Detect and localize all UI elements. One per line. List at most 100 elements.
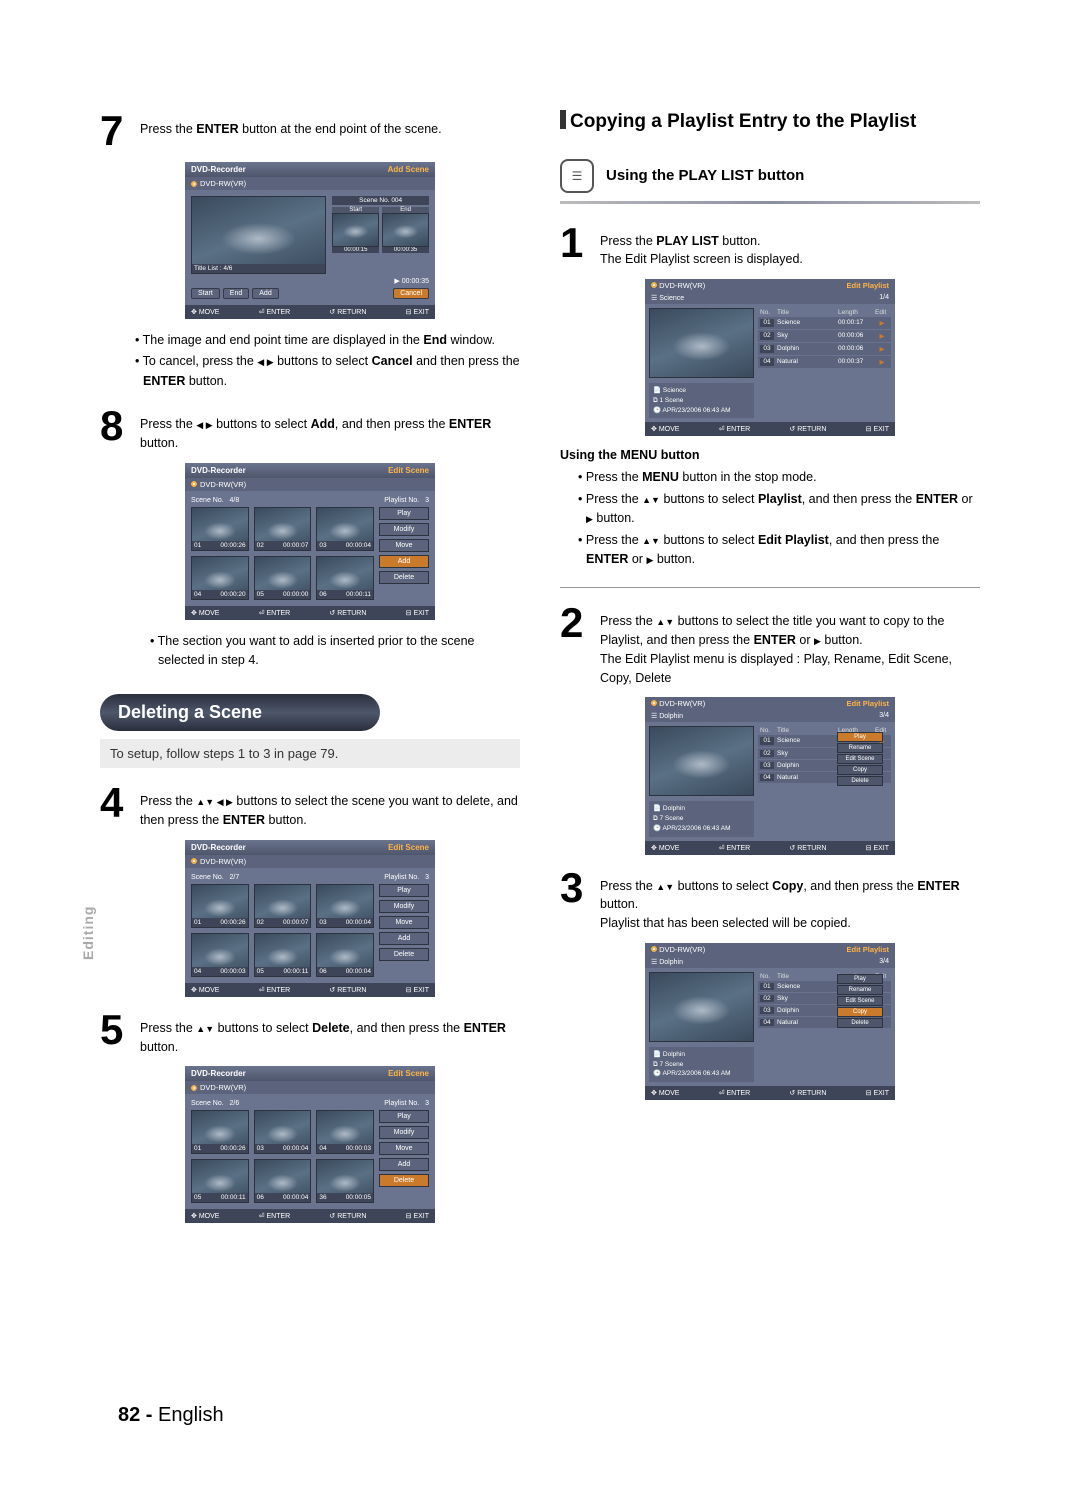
step-2: 2 Press the ▲▼ buttons to select the tit… xyxy=(560,602,980,687)
using-playlist-head: Using the PLAY LIST button xyxy=(606,167,804,184)
btn-start[interactable]: Start xyxy=(191,288,220,299)
disc-type: DVD-RW(VR) xyxy=(200,179,246,188)
section-copying-playlist: Copying a Playlist Entry to the Playlist xyxy=(560,110,980,135)
step-1: 1 Press the PLAY LIST button. The Edit P… xyxy=(560,222,980,270)
total-time: 00:00:35 xyxy=(402,278,429,285)
menu-modify[interactable]: Modify xyxy=(379,523,429,536)
menu-copy[interactable]: Copy xyxy=(837,765,883,775)
step-number: 7 xyxy=(100,110,130,152)
disc-icon xyxy=(651,946,657,952)
menu-play[interactable]: Play xyxy=(379,507,429,520)
menu-modify[interactable]: Modify xyxy=(379,1126,429,1139)
step-text: Press the ENTER button at the end point … xyxy=(140,110,442,139)
menu-delete[interactable]: Delete xyxy=(379,1174,429,1187)
step-text: Press the PLAY LIST button. The Edit Pla… xyxy=(600,222,803,270)
btn-cancel[interactable]: Cancel xyxy=(393,288,429,299)
scene-no: Scene No. 004 xyxy=(332,196,429,205)
menu-play[interactable]: Play xyxy=(379,884,429,897)
osd-mode: Add Scene xyxy=(388,165,429,174)
t: Press the xyxy=(140,122,196,136)
disc-icon xyxy=(191,1085,197,1091)
note-text: The section you want to add is inserted … xyxy=(150,632,520,671)
menu-add[interactable]: Add xyxy=(379,1158,429,1171)
menu-play[interactable]: Play xyxy=(837,974,883,984)
osd-edit-scene-1: DVD-RecorderEdit Scene DVD-RW(VR) Scene … xyxy=(185,463,435,620)
step-number: 5 xyxy=(100,1009,130,1051)
menu-delete[interactable]: Delete xyxy=(379,571,429,584)
disc-icon xyxy=(191,858,197,864)
menu-modify[interactable]: Modify xyxy=(379,900,429,913)
t: 00:00:35 xyxy=(382,247,429,253)
step-text: Press the ◀ ▶ buttons to select Add, and… xyxy=(140,405,520,453)
step-text: Press the ▲▼ ◀ ▶ buttons to select the s… xyxy=(140,782,520,830)
menu-editscene[interactable]: Edit Scene xyxy=(837,996,883,1006)
page-footer: 82 - English xyxy=(118,1404,224,1427)
side-tab-editing: Editing xyxy=(80,906,96,960)
using-menu-head: Using the MENU button xyxy=(560,448,980,462)
step-number: 4 xyxy=(100,782,130,824)
t: DVD-RW(VR) xyxy=(200,480,246,489)
step-number: 3 xyxy=(560,867,590,909)
t: DVD-Recorder xyxy=(191,466,246,475)
left-column: 7 Press the ENTER button at the end poin… xyxy=(100,110,520,1235)
using-playlist-row: ☰ Using the PLAY LIST button xyxy=(560,159,980,193)
thumbs: 0100:00:26 0200:00:07 0300:00:04 0400:00… xyxy=(191,507,374,600)
step-4: 4 Press the ▲▼ ◀ ▶ buttons to select the… xyxy=(100,782,520,830)
menu-delete[interactable]: Delete xyxy=(837,776,883,786)
disc-icon xyxy=(651,700,657,706)
menu-move[interactable]: Move xyxy=(379,539,429,552)
osd-edit-playlist-3: DVD-RW(VR)Edit Playlist ☰ Dolphin3/4 📄 D… xyxy=(645,943,895,1100)
menu-bullets: Press the MENU button in the stop mode. … xyxy=(578,468,980,569)
step-3: 3 Press the ▲▼ buttons to select Copy, a… xyxy=(560,867,980,933)
menu-copy[interactable]: Copy xyxy=(837,1007,883,1017)
disc-icon xyxy=(191,181,197,187)
menu-play[interactable]: Play xyxy=(379,1110,429,1123)
disc-icon xyxy=(191,481,197,487)
osd-edit-scene-3: DVD-RecorderEdit Scene DVD-RW(VR) Scene … xyxy=(185,1066,435,1223)
step-text: Press the ▲▼ buttons to select Copy, and… xyxy=(600,867,980,933)
step-7: 7 Press the ENTER button at the end poin… xyxy=(100,110,520,152)
popup-menu: Play Rename Edit Scene Copy Delete xyxy=(837,974,883,1028)
menu-rename[interactable]: Rename xyxy=(837,985,883,995)
step-text: Press the ▲▼ buttons to select the title… xyxy=(600,602,980,687)
step-5: 5 Press the ▲▼ buttons to select Delete,… xyxy=(100,1009,520,1057)
btn-add[interactable]: Add xyxy=(252,288,278,299)
foot-return: ↺ RETURN xyxy=(329,308,366,316)
title-list-label: Title List : 4/6 xyxy=(194,265,232,272)
menu-rename[interactable]: Rename xyxy=(837,743,883,753)
divider xyxy=(560,201,980,204)
step-number: 2 xyxy=(560,602,590,644)
section-deleting-scene: Deleting a Scene xyxy=(100,694,380,731)
osd-edit-scene-2: DVD-RecorderEdit Scene DVD-RW(VR) Scene … xyxy=(185,840,435,997)
setup-line: To setup, follow steps 1 to 3 in page 79… xyxy=(100,739,520,768)
menu-add[interactable]: Add xyxy=(379,555,429,568)
osd-edit-playlist-1: DVD-RW(VR)Edit Playlist ☰ Science1/4 📄 S… xyxy=(645,279,895,436)
popup-menu: Play Rename Edit Scene Copy Delete xyxy=(837,732,883,786)
btn-end[interactable]: End xyxy=(223,288,249,299)
step-number: 8 xyxy=(100,405,130,447)
menu-delete[interactable]: Delete xyxy=(379,948,429,961)
menu-move[interactable]: Move xyxy=(379,916,429,929)
osd-edit-playlist-2: DVD-RW(VR)Edit Playlist ☰ Dolphin3/4 📄 D… xyxy=(645,697,895,854)
playlist-button-icon: ☰ xyxy=(560,159,594,193)
foot-exit: ⊟ EXIT xyxy=(406,308,429,316)
t: 00:00:15 xyxy=(332,247,379,253)
menu-editscene[interactable]: Edit Scene xyxy=(837,754,883,764)
menu-add[interactable]: Add xyxy=(379,932,429,945)
right-column: Copying a Playlist Entry to the Playlist… xyxy=(560,110,980,1235)
step-number: 1 xyxy=(560,222,590,264)
scene-menu: Play Modify Move Add Delete xyxy=(379,507,429,600)
page-language: English xyxy=(158,1404,224,1426)
foot-move: ✥ MOVE xyxy=(191,308,219,316)
menu-delete[interactable]: Delete xyxy=(837,1018,883,1028)
menu-play[interactable]: Play xyxy=(837,732,883,742)
enter-label: ENTER xyxy=(196,122,238,136)
disc-icon xyxy=(651,282,657,288)
note-8: The section you want to add is inserted … xyxy=(100,632,520,671)
page-number: 82 - xyxy=(118,1404,152,1426)
t: button at the end point of the scene. xyxy=(239,122,442,136)
step-8: 8 Press the ◀ ▶ buttons to select Add, a… xyxy=(100,405,520,453)
step-text: Press the ▲▼ buttons to select Delete, a… xyxy=(140,1009,520,1057)
osd-title: DVD-Recorder xyxy=(191,165,246,174)
menu-move[interactable]: Move xyxy=(379,1142,429,1155)
